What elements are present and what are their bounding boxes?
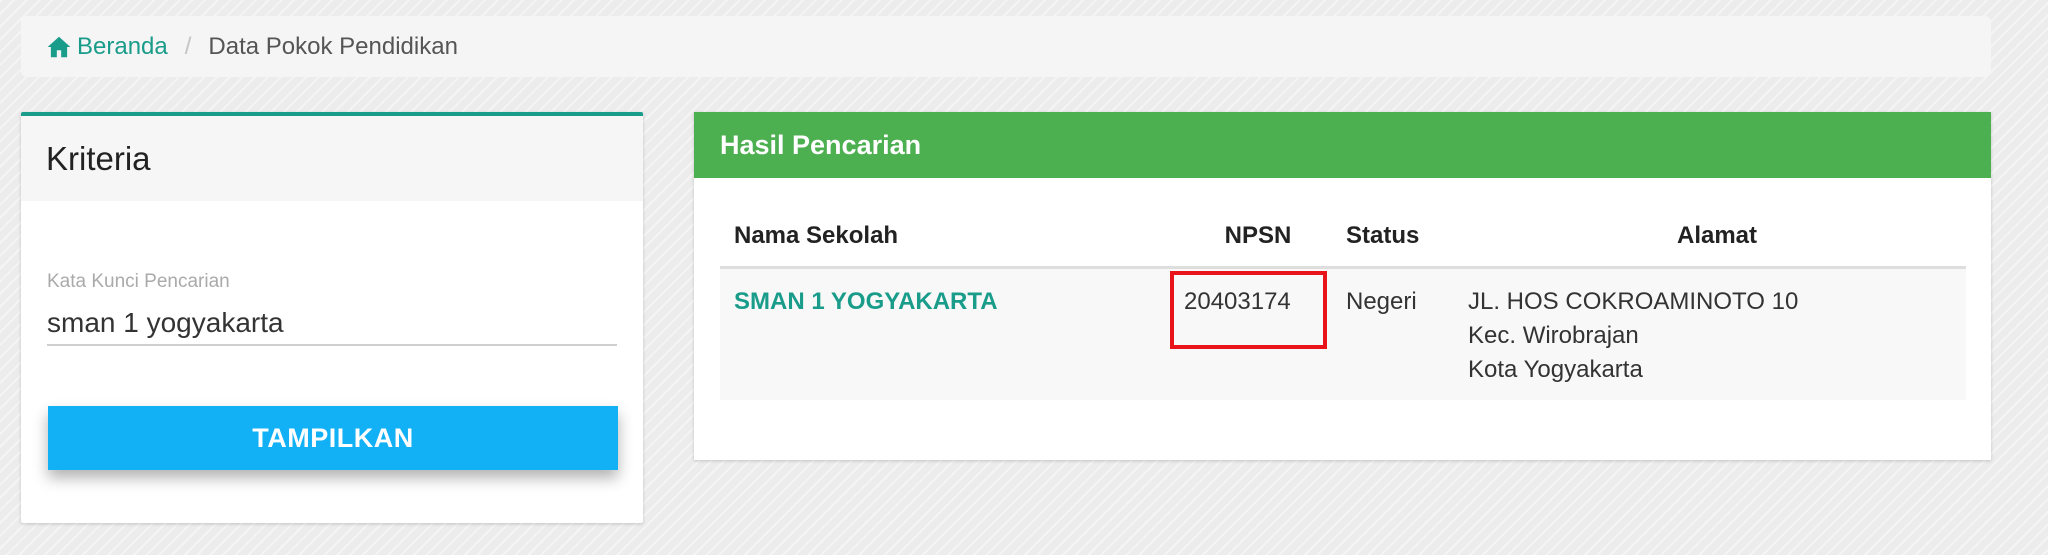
breadcrumb: Beranda / Data Pokok Pendidikan: [21, 16, 1991, 77]
criteria-panel: Kriteria Kata Kunci Pencarian TAMPILKAN: [21, 112, 643, 523]
column-header-name: Nama Sekolah: [720, 211, 1170, 269]
address-line-street: JL. HOS COKROAMINOTO 10: [1468, 287, 1799, 315]
results-panel: Hasil Pencarian Nama Sekolah NPSN Status…: [694, 112, 1991, 460]
cell-school-name: SMAN 1 YOGYAKARTA: [720, 267, 1170, 400]
table-row: SMAN 1 YOGYAKARTA 20403174 Negeri JL. HO…: [720, 267, 1966, 400]
npsn-highlight-box: [1170, 270, 1327, 349]
results-table: Nama Sekolah NPSN Status Alamat SMAN 1 Y…: [720, 211, 1966, 400]
column-header-npsn: NPSN: [1170, 211, 1346, 269]
breadcrumb-current: Data Pokok Pendidikan: [208, 32, 458, 60]
address-line-city: Kota Yogyakarta: [1468, 355, 1643, 383]
cell-npsn: 20403174: [1170, 267, 1346, 400]
breadcrumb-home-link[interactable]: Beranda: [46, 33, 168, 61]
table-header-row: Nama Sekolah NPSN Status Alamat: [720, 211, 1966, 269]
search-input[interactable]: [47, 302, 617, 346]
breadcrumb-home-label: Beranda: [77, 32, 168, 60]
home-icon: [47, 36, 71, 57]
cell-address: JL. HOS COKROAMINOTO 10 Kec. Wirobrajan …: [1468, 267, 1966, 400]
breadcrumb-separator: /: [184, 32, 192, 60]
results-title: Hasil Pencarian: [694, 112, 1991, 178]
show-button[interactable]: TAMPILKAN: [48, 406, 618, 470]
column-header-status: Status: [1346, 211, 1468, 269]
address-line-district: Kec. Wirobrajan: [1468, 321, 1639, 349]
status-value: Negeri: [1346, 287, 1417, 315]
column-header-address: Alamat: [1468, 211, 1966, 269]
school-name-link[interactable]: SMAN 1 YOGYAKARTA: [734, 288, 998, 315]
search-label: Kata Kunci Pencarian: [47, 271, 230, 292]
cell-status: Negeri: [1346, 267, 1468, 400]
criteria-title: Kriteria: [21, 116, 643, 201]
